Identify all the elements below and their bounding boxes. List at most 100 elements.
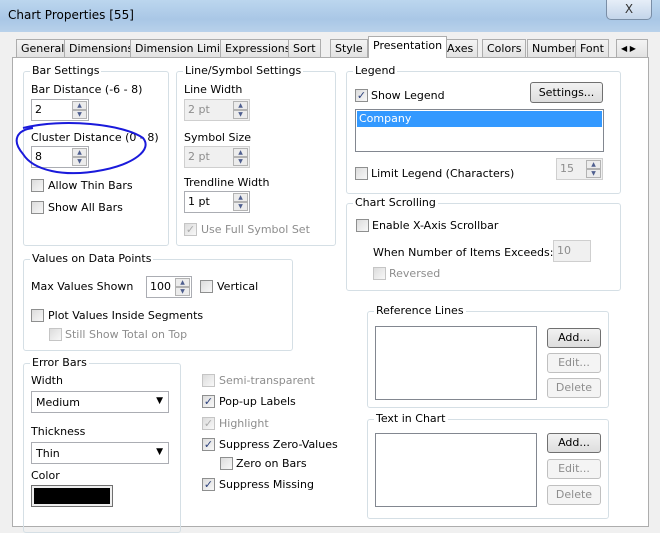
legend-settings-button[interactable]: Settings... xyxy=(530,82,603,103)
show-all-bars-label: Show All Bars xyxy=(48,201,123,214)
plot-inside-label: Plot Values Inside Segments xyxy=(48,309,204,322)
legend-list-item[interactable]: Company xyxy=(357,111,602,127)
tab-scroll-arrows[interactable]: ◀ ▶ xyxy=(616,39,648,57)
up-arrow-icon: ▲ xyxy=(586,160,601,169)
popup-labels-label: Pop-up Labels xyxy=(219,395,296,408)
tab-font[interactable]: Font xyxy=(575,39,609,57)
vertical-checkbox[interactable] xyxy=(200,280,213,293)
tab-sort[interactable]: Sort xyxy=(288,39,321,57)
suppress-missing-label: Suppress Missing xyxy=(219,478,314,491)
line-width-stepper: 2 pt ▲ ▼ xyxy=(184,99,250,121)
arrow-right-icon[interactable]: ▶ xyxy=(630,44,636,53)
tab-general[interactable]: General xyxy=(16,39,70,57)
up-arrow-icon: ▲ xyxy=(233,148,248,157)
limit-legend-checkbox[interactable] xyxy=(355,167,368,180)
title-bar: Chart Properties [55] xyxy=(0,0,660,32)
reversed-label: Reversed xyxy=(389,267,441,280)
semi-transparent-label: Semi-transparent xyxy=(219,374,315,387)
legend-list[interactable]: Company xyxy=(355,109,604,152)
use-full-symbol-set-label: Use Full Symbol Set xyxy=(201,223,310,236)
down-arrow-icon[interactable]: ▼ xyxy=(175,287,190,296)
highlight-checkbox: ✓ xyxy=(202,417,215,430)
highlight-label: Highlight xyxy=(219,417,269,430)
allow-thin-bars-checkbox[interactable] xyxy=(31,179,44,192)
reference-add-button[interactable]: Add... xyxy=(547,328,601,348)
group-title: Chart Scrolling xyxy=(353,196,438,209)
tab-style[interactable]: Style xyxy=(330,39,368,57)
up-arrow-icon[interactable]: ▲ xyxy=(72,101,87,110)
reference-edit-button: Edit... xyxy=(547,353,601,373)
reference-lines-list[interactable] xyxy=(375,326,537,400)
items-exceeds-label: When Number of Items Exceeds: xyxy=(373,246,554,259)
tab-presentation[interactable]: Presentation xyxy=(368,36,448,58)
color-label: Color xyxy=(31,469,60,482)
show-total-label: Still Show Total on Top xyxy=(65,328,188,341)
color-swatch-button[interactable] xyxy=(31,485,113,507)
max-values-stepper[interactable]: 100 ▲ ▼ xyxy=(146,276,192,298)
enable-scrollbar-checkbox[interactable] xyxy=(356,219,369,232)
thickness-label: Thickness xyxy=(31,425,86,438)
text-in-chart-list[interactable] xyxy=(375,433,537,507)
tab-dimensions[interactable]: Dimensions xyxy=(64,39,139,57)
trendline-width-stepper[interactable]: 1 pt ▲ ▼ xyxy=(184,191,250,213)
symbol-size-stepper: 2 pt ▲ ▼ xyxy=(184,146,250,168)
line-width-label: Line Width xyxy=(184,83,243,96)
max-values-label: Max Values Shown xyxy=(31,280,134,293)
semi-transparent-checkbox xyxy=(202,374,215,387)
down-arrow-icon[interactable]: ▼ xyxy=(233,202,248,211)
trendline-width-label: Trendline Width xyxy=(184,176,270,189)
group-title: Error Bars xyxy=(30,356,89,369)
thickness-dropdown[interactable]: Thin ▼ xyxy=(31,442,169,464)
tab-expressions[interactable]: Expressions xyxy=(220,39,296,57)
plot-inside-checkbox[interactable] xyxy=(31,309,44,322)
up-arrow-icon: ▲ xyxy=(233,101,248,110)
show-all-bars-checkbox[interactable] xyxy=(31,201,44,214)
arrow-left-icon[interactable]: ◀ xyxy=(621,44,627,53)
group-title: Values on Data Points xyxy=(30,252,154,265)
zero-on-bars-checkbox[interactable] xyxy=(220,457,233,470)
suppress-zero-label: Suppress Zero-Values xyxy=(219,438,338,451)
bar-distance-label: Bar Distance (-6 - 8) xyxy=(31,83,143,96)
limit-legend-stepper: 15 ▲ ▼ xyxy=(556,158,603,180)
limit-legend-label: Limit Legend (Characters) xyxy=(371,167,515,180)
use-full-symbol-set-checkbox: ✓ xyxy=(184,223,197,236)
presentation-panel: Bar Settings Bar Distance (-6 - 8) 2 ▲ ▼ C… xyxy=(12,57,649,533)
group-title: Bar Settings xyxy=(30,64,102,77)
vertical-label: Vertical xyxy=(217,280,259,293)
group-title: Legend xyxy=(353,64,398,77)
bar-distance-stepper[interactable]: 2 ▲ ▼ xyxy=(31,99,89,121)
group-title: Line/Symbol Settings xyxy=(183,64,304,77)
tab-colors[interactable]: Colors xyxy=(482,39,527,57)
chevron-down-icon: ▼ xyxy=(156,447,163,457)
suppress-zero-checkbox[interactable]: ✓ xyxy=(202,438,215,451)
width-dropdown[interactable]: Medium ▼ xyxy=(31,391,169,413)
tab-axes[interactable]: Axes xyxy=(442,39,479,57)
tab-number[interactable]: Number xyxy=(527,39,582,57)
close-button[interactable]: X xyxy=(606,0,652,20)
popup-labels-checkbox[interactable]: ✓ xyxy=(202,395,215,408)
allow-thin-bars-label: Allow Thin Bars xyxy=(48,179,133,192)
down-arrow-icon: ▼ xyxy=(586,169,601,178)
text-edit-button: Edit... xyxy=(547,459,601,479)
zero-on-bars-label: Zero on Bars xyxy=(236,457,307,470)
text-add-button[interactable]: Add... xyxy=(547,433,601,453)
text-delete-button: Delete xyxy=(547,485,601,505)
show-legend-label: Show Legend xyxy=(371,89,445,102)
reversed-checkbox xyxy=(373,267,386,280)
reference-delete-button: Delete xyxy=(547,378,601,398)
up-arrow-icon[interactable]: ▲ xyxy=(175,278,190,287)
show-legend-checkbox[interactable]: ✓ xyxy=(355,89,368,102)
down-arrow-icon: ▼ xyxy=(233,110,248,119)
enable-scrollbar-label: Enable X-Axis Scrollbar xyxy=(372,219,499,232)
down-arrow-icon: ▼ xyxy=(233,157,248,166)
window-title: Chart Properties [55] xyxy=(8,8,134,22)
down-arrow-icon[interactable]: ▼ xyxy=(72,110,87,119)
items-exceeds-input: 10 xyxy=(553,240,591,262)
width-label: Width xyxy=(31,374,63,387)
up-arrow-icon[interactable]: ▲ xyxy=(233,193,248,202)
group-title: Reference Lines xyxy=(374,304,466,317)
hand-drawn-circle-annotation xyxy=(15,122,147,175)
suppress-missing-checkbox[interactable]: ✓ xyxy=(202,478,215,491)
group-title: Text in Chart xyxy=(374,412,448,425)
chevron-down-icon: ▼ xyxy=(156,396,163,406)
